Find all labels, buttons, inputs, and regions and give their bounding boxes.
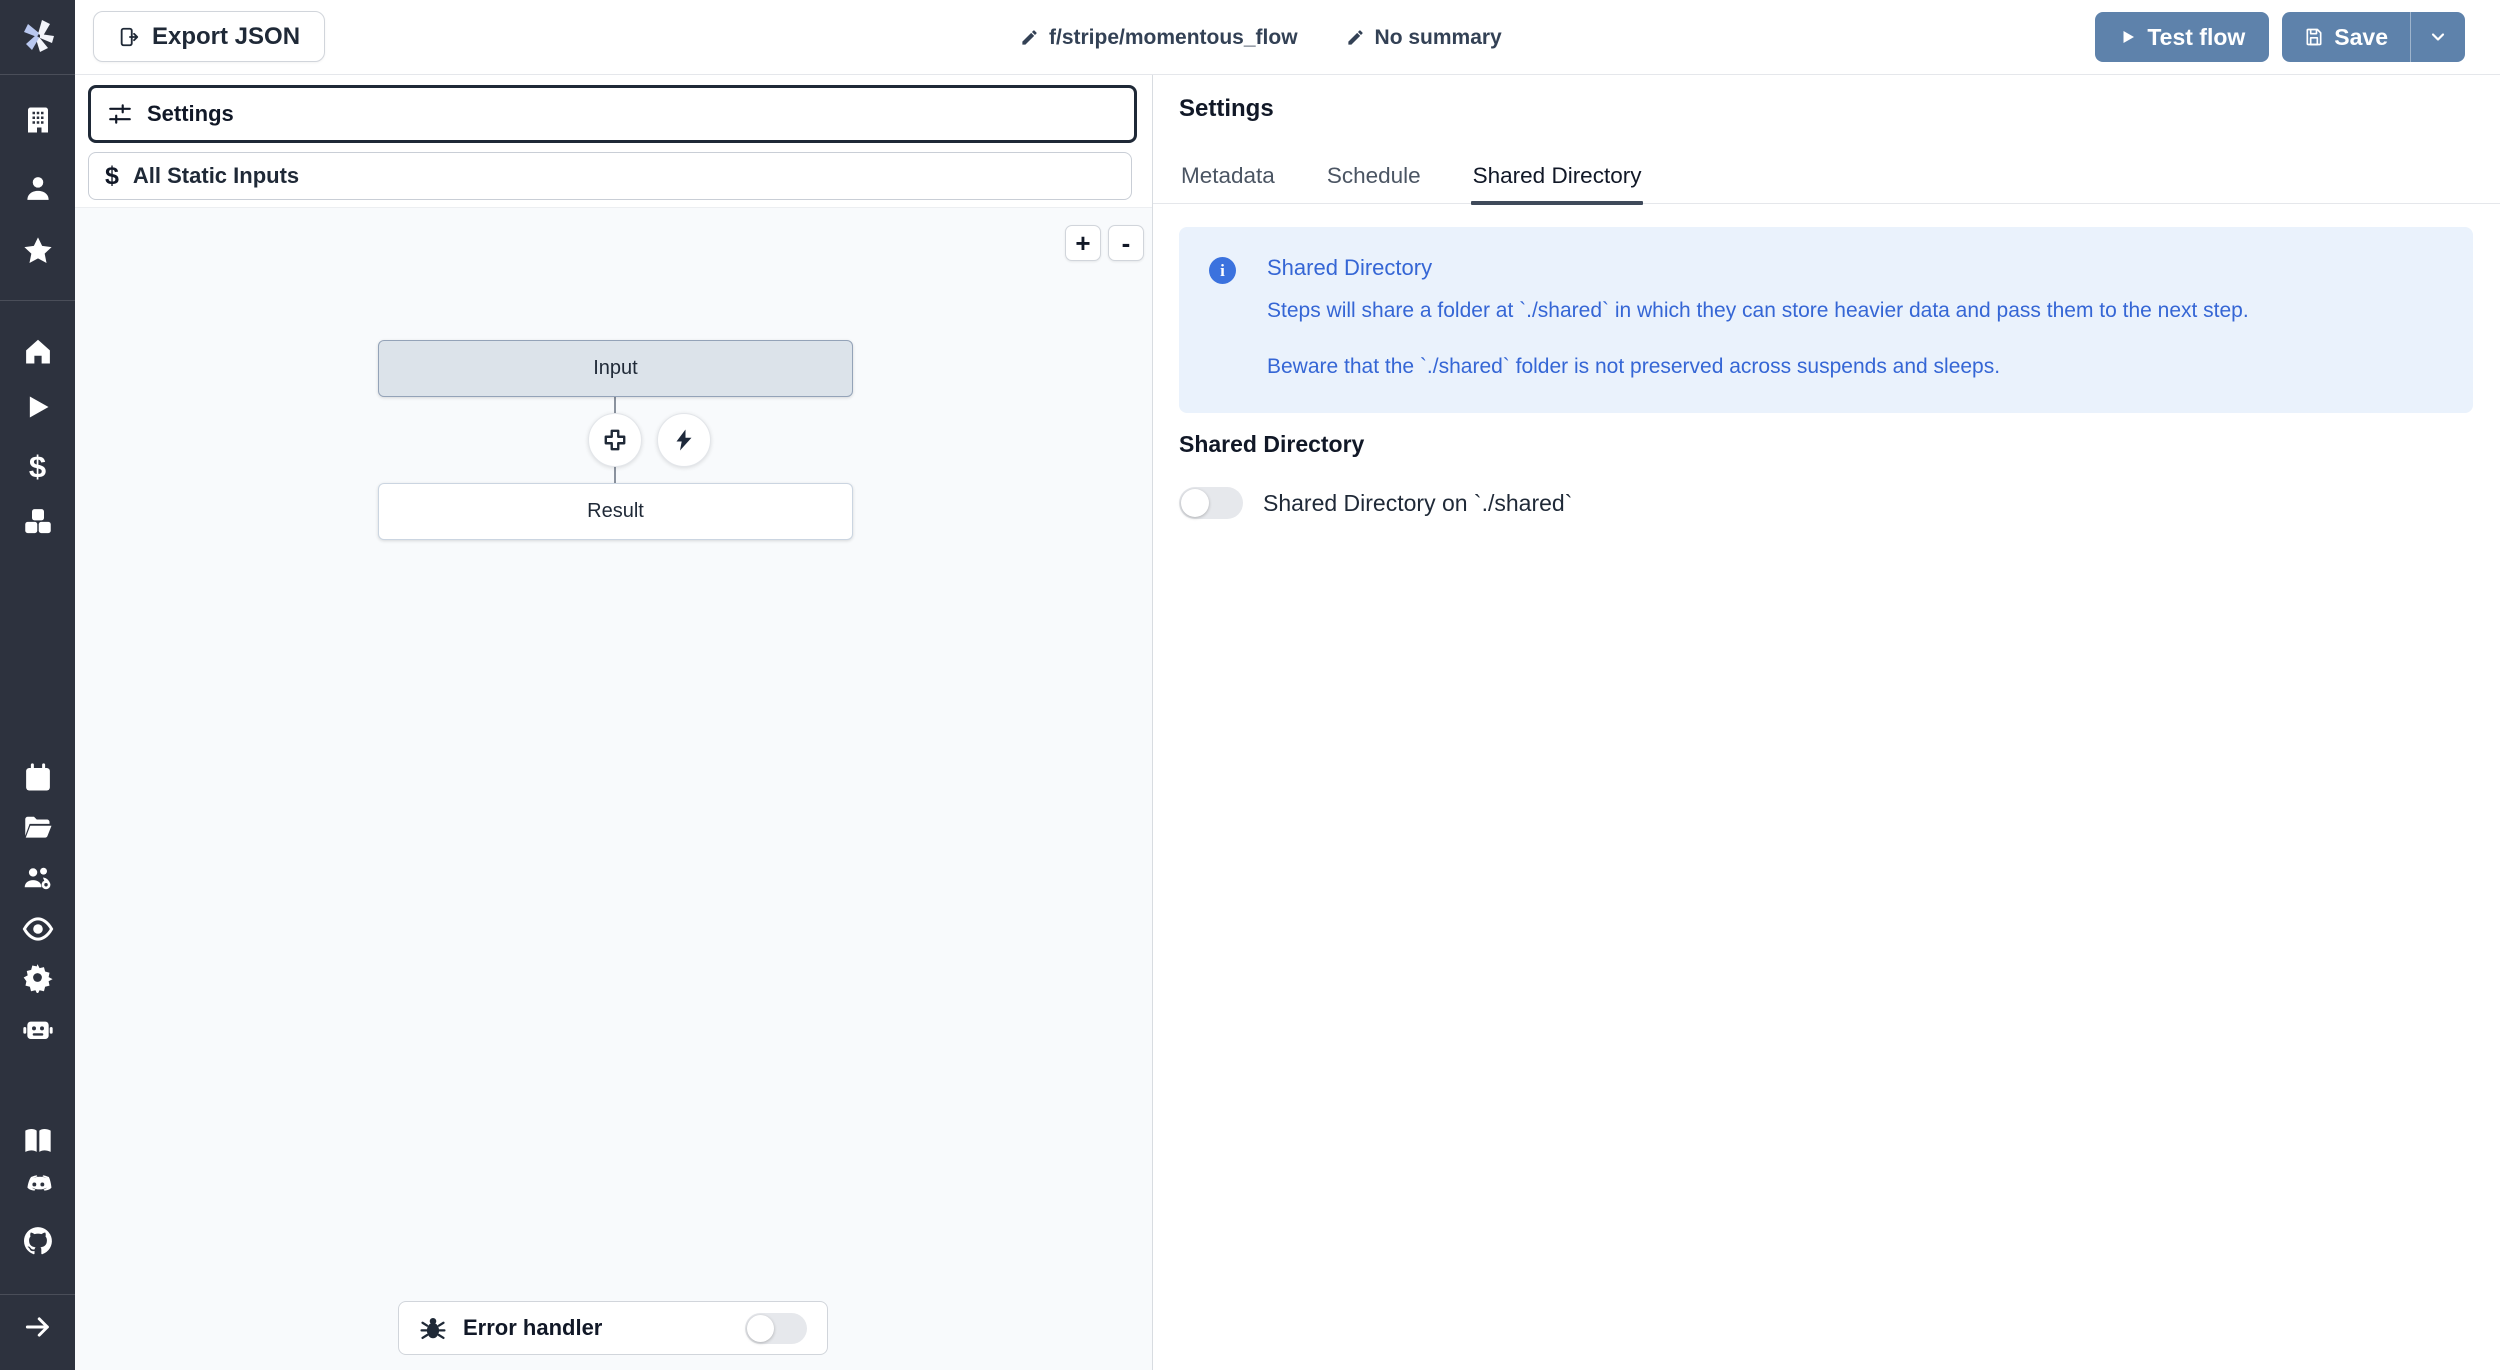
tab-metadata-label: Metadata: [1181, 163, 1275, 188]
folder-icon[interactable]: [0, 812, 75, 842]
dollar-icon: $: [105, 162, 119, 191]
settings-tabs: Metadata Schedule Shared Directory: [1153, 153, 2500, 204]
flow-settings-box[interactable]: Settings: [88, 85, 1137, 143]
add-step-button[interactable]: [588, 413, 642, 467]
error-handler-box[interactable]: Error handler: [398, 1301, 828, 1355]
save-button-group: Save: [2282, 12, 2465, 62]
tab-schedule[interactable]: Schedule: [1325, 153, 1423, 203]
result-node[interactable]: Result: [378, 483, 853, 540]
zoom-out-label: -: [1122, 230, 1131, 256]
tab-schedule-label: Schedule: [1327, 163, 1421, 188]
eye-icon[interactable]: [0, 913, 75, 945]
info-line-2: Beware that the `./shared` folder is not…: [1267, 353, 2443, 380]
tab-shared-directory-label: Shared Directory: [1473, 163, 1642, 188]
chevron-down-icon: [2428, 27, 2448, 47]
flow-editor-header: Settings $ All Static Inputs: [75, 75, 1152, 208]
discord-icon[interactable]: [0, 1174, 75, 1200]
error-handler-toggle[interactable]: [745, 1313, 807, 1344]
lightning-bolt-icon: [672, 428, 696, 452]
star-icon[interactable]: [0, 235, 75, 267]
test-flow-label: Test flow: [2147, 24, 2245, 51]
file-export-icon: [118, 26, 140, 48]
trigger-button[interactable]: [657, 413, 711, 467]
info-icon-glyph: i: [1220, 261, 1225, 281]
sidebar-divider: [0, 74, 75, 75]
top-bar: Export JSON f/stripe/momentous_flow No s…: [75, 0, 2500, 75]
save-dropdown-button[interactable]: [2411, 12, 2465, 62]
settings-panel: Settings Metadata Schedule Shared Direct…: [1152, 75, 2500, 1370]
tab-metadata[interactable]: Metadata: [1179, 153, 1277, 203]
pencil-icon: [1020, 28, 1039, 47]
github-icon[interactable]: [0, 1225, 75, 1257]
home-icon[interactable]: [0, 336, 75, 366]
zoom-in-label: +: [1075, 230, 1090, 256]
dollar-glyph: $: [29, 449, 46, 485]
all-static-inputs-label: All Static Inputs: [133, 163, 299, 189]
robot-icon[interactable]: [0, 1013, 75, 1045]
result-node-label: Result: [587, 500, 644, 523]
zoom-out-button[interactable]: -: [1108, 225, 1144, 261]
shared-directory-toggle-row: Shared Directory on `./shared`: [1179, 487, 1572, 519]
export-json-button[interactable]: Export JSON: [93, 11, 325, 62]
user-icon[interactable]: [0, 173, 75, 203]
flow-summary[interactable]: No summary: [1346, 26, 1502, 50]
user-group-gear-icon[interactable]: [0, 862, 75, 894]
building-icon[interactable]: [0, 105, 75, 135]
flow-path-group: f/stripe/momentous_flow No summary: [1020, 0, 1502, 75]
flow-path-label: f/stripe/momentous_flow: [1049, 26, 1298, 50]
save-label: Save: [2334, 24, 2388, 51]
sidebar-divider: [0, 1294, 75, 1295]
sidebar-divider: [0, 300, 75, 301]
pencil-icon: [1346, 28, 1365, 47]
input-node-label: Input: [593, 357, 637, 380]
play-icon: [2119, 28, 2137, 46]
bug-icon: [419, 1314, 447, 1342]
info-line-1: Steps will share a folder at `./shared` …: [1267, 297, 2443, 324]
flow-editor-canvas: Settings $ All Static Inputs + - Input R…: [75, 75, 1152, 1370]
info-icon: i: [1209, 257, 1236, 284]
arrow-right-icon[interactable]: [0, 1312, 75, 1342]
save-button[interactable]: Save: [2282, 12, 2410, 62]
plus-cross-icon: [602, 427, 628, 453]
shared-directory-section-title: Shared Directory: [1179, 431, 1364, 458]
settings-panel-title: Settings: [1179, 95, 1274, 123]
calendar-icon[interactable]: [0, 763, 75, 793]
app-sidebar: $: [0, 0, 75, 1370]
topbar-actions: Test flow Save: [2095, 12, 2465, 62]
input-node[interactable]: Input: [378, 340, 853, 397]
flow-summary-label: No summary: [1375, 26, 1502, 50]
shared-directory-toggle[interactable]: [1179, 487, 1243, 519]
flow-settings-label: Settings: [147, 101, 234, 127]
toggle-knob: [1181, 489, 1209, 517]
shared-directory-info-box: i Shared Directory Steps will share a fo…: [1179, 227, 2473, 413]
windmill-logo[interactable]: [0, 14, 75, 58]
cubes-icon[interactable]: [0, 506, 75, 536]
info-title: Shared Directory: [1267, 255, 2443, 281]
flow-path[interactable]: f/stripe/momentous_flow: [1020, 26, 1298, 50]
error-handler-label: Error handler: [463, 1315, 602, 1341]
dollar-icon[interactable]: $: [0, 449, 75, 485]
gear-icon[interactable]: [0, 962, 75, 993]
all-static-inputs-box[interactable]: $ All Static Inputs: [88, 152, 1132, 200]
save-icon: [2304, 27, 2324, 47]
export-json-label: Export JSON: [152, 23, 300, 51]
book-icon[interactable]: [0, 1125, 75, 1157]
sliders-icon: [107, 101, 133, 127]
zoom-in-button[interactable]: +: [1065, 225, 1101, 261]
tab-shared-directory[interactable]: Shared Directory: [1471, 153, 1644, 203]
shared-directory-toggle-label: Shared Directory on `./shared`: [1263, 490, 1572, 517]
play-icon[interactable]: [0, 393, 75, 421]
test-flow-button[interactable]: Test flow: [2095, 12, 2269, 62]
toggle-knob: [747, 1315, 774, 1342]
